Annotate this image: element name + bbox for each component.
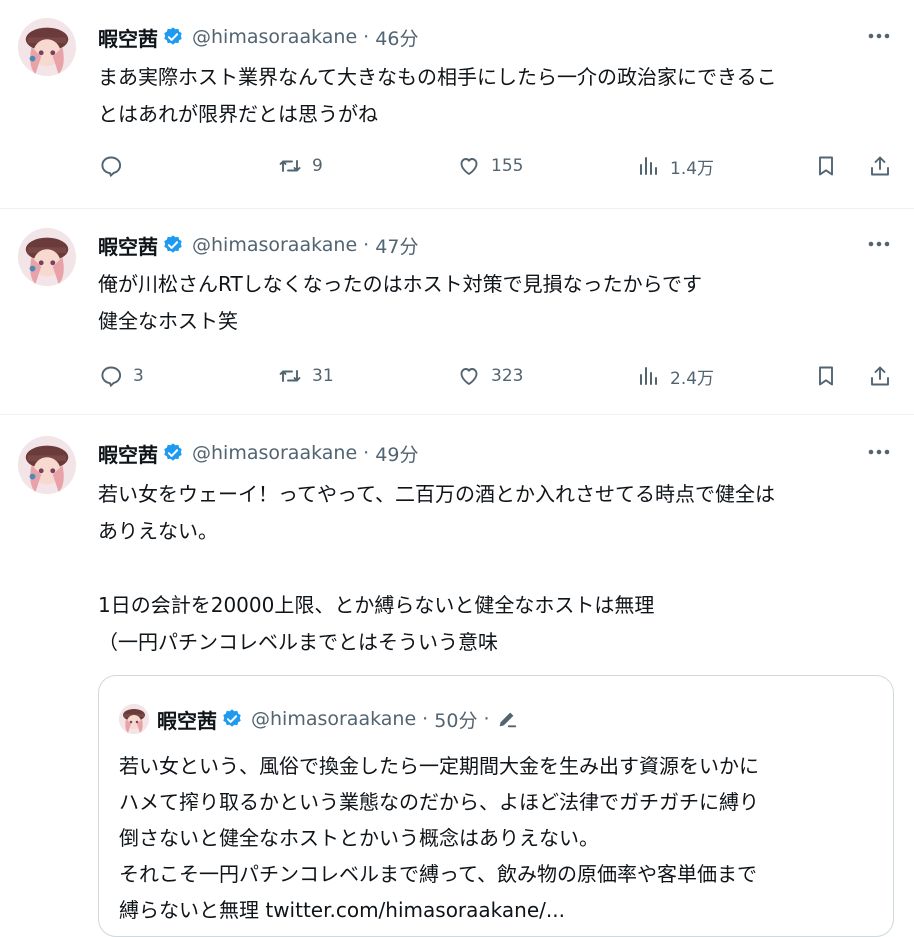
reply-button[interactable] — [99, 150, 133, 182]
display-name[interactable]: 暇空茜 — [98, 231, 158, 260]
separator-dot: · — [357, 234, 376, 256]
edit-icon — [499, 712, 516, 728]
handle[interactable]: @himasoraakane — [192, 26, 357, 48]
separator-dot: · — [416, 708, 435, 730]
retweet-count: 31 — [312, 366, 334, 386]
views-count: 1.4万 — [670, 158, 715, 179]
tweet-header: 暇空茜 @himasoraakane · 49分 — [98, 438, 418, 468]
separator-dot: · — [357, 442, 376, 464]
share-button[interactable] — [868, 360, 902, 392]
reply-button[interactable]: 3 — [99, 360, 144, 392]
views-icon — [640, 157, 657, 175]
verified-badge-icon — [164, 443, 182, 461]
tweet-text: 若い女をウェーイ！ってやって、二百万の酒とか入れさせてる時点で健全は ありえない… — [98, 482, 775, 654]
like-count: 155 — [491, 156, 524, 176]
tweet[interactable]: 暇空茜 @himasoraakane · 46分 まあ実際ホスト業界なんて大きな… — [0, 0, 914, 209]
avatar-image — [18, 18, 76, 76]
verified-badge-icon — [164, 27, 182, 45]
views-button[interactable]: 1.4万 — [636, 150, 714, 182]
reply-icon — [101, 366, 122, 388]
retweet-icon — [279, 160, 301, 172]
like-count: 323 — [491, 366, 524, 386]
tweet-header: 暇空茜 @himasoraakane · 47分 — [98, 230, 418, 260]
quoted-handle: @himasoraakane — [251, 708, 417, 730]
share-icon — [871, 366, 889, 386]
retweet-button[interactable]: 9 — [278, 150, 323, 182]
avatar[interactable] — [18, 436, 76, 494]
avatar-image — [18, 436, 76, 494]
retweet-count: 9 — [312, 156, 323, 176]
quoted-tweet[interactable]: 暇空茜 @himasoraakane · 50分 · 若い女という、風俗で換金し… — [98, 675, 894, 937]
handle[interactable]: @himasoraakane — [192, 442, 357, 464]
more-icon[interactable] — [866, 442, 892, 462]
avatar-image — [119, 704, 149, 734]
more-icon[interactable] — [866, 26, 892, 46]
bookmark-icon — [819, 366, 833, 386]
display-name[interactable]: 暇空茜 — [98, 439, 158, 468]
avatar[interactable] — [18, 18, 76, 76]
tweet[interactable]: 暇空茜 @himasoraakane · 47分 俺が川松さんRTしなくなったの… — [0, 208, 914, 415]
more-icon[interactable] — [866, 234, 892, 254]
reply-count: 3 — [133, 366, 144, 386]
verified-badge-icon — [223, 709, 241, 727]
like-button[interactable]: 323 — [457, 360, 523, 392]
quoted-timestamp: 50分 — [434, 709, 478, 732]
bookmark-button[interactable] — [814, 150, 848, 182]
verified-badge-icon — [164, 235, 182, 253]
retweet-button[interactable]: 31 — [278, 360, 334, 392]
action-bar: 9 155 1.4万 — [0, 150, 914, 182]
views-button[interactable]: 2.4万 — [636, 360, 714, 392]
timestamp[interactable]: 47分 — [375, 232, 418, 259]
tweet-header: 暇空茜 @himasoraakane · 46分 — [98, 22, 418, 52]
share-icon — [871, 156, 889, 176]
retweet-icon — [279, 370, 301, 382]
quoted-display-name: 暇空茜 — [157, 708, 217, 733]
views-count: 2.4万 — [670, 368, 715, 389]
like-icon — [460, 368, 478, 385]
timestamp[interactable]: 46分 — [375, 24, 418, 51]
avatar-image — [18, 228, 76, 286]
reply-icon — [101, 156, 122, 178]
like-button[interactable]: 155 — [457, 150, 523, 182]
display-name[interactable]: 暇空茜 — [98, 23, 158, 52]
handle[interactable]: @himasoraakane — [192, 234, 357, 256]
bookmark-button[interactable] — [814, 360, 848, 392]
tweet-text: まあ実際ホスト業界なんて大きなもの相手にしたら一介の政治家にできるこ とはあれが… — [98, 65, 777, 126]
avatar[interactable] — [18, 228, 76, 286]
bookmark-icon — [819, 156, 833, 176]
quoted-text: 若い女という、風俗で換金したら一定期間大金を生み出す資源をいかに ハメて搾り取る… — [119, 754, 759, 922]
quoted-avatar — [119, 704, 149, 734]
action-bar: 3 31 323 2.4万 — [0, 360, 914, 392]
separator-dot: · — [477, 708, 490, 730]
share-button[interactable] — [868, 150, 902, 182]
timestamp[interactable]: 49分 — [375, 440, 418, 467]
views-icon — [640, 367, 657, 385]
like-icon — [460, 158, 478, 175]
quoted-header: 暇空茜 @himasoraakane · 50分 · — [157, 704, 518, 734]
separator-dot: · — [357, 26, 376, 48]
tweet-text: 俺が川松さんRTしなくなったのはホスト対策で見損なったからです 健全なホスト笑 — [98, 272, 703, 333]
